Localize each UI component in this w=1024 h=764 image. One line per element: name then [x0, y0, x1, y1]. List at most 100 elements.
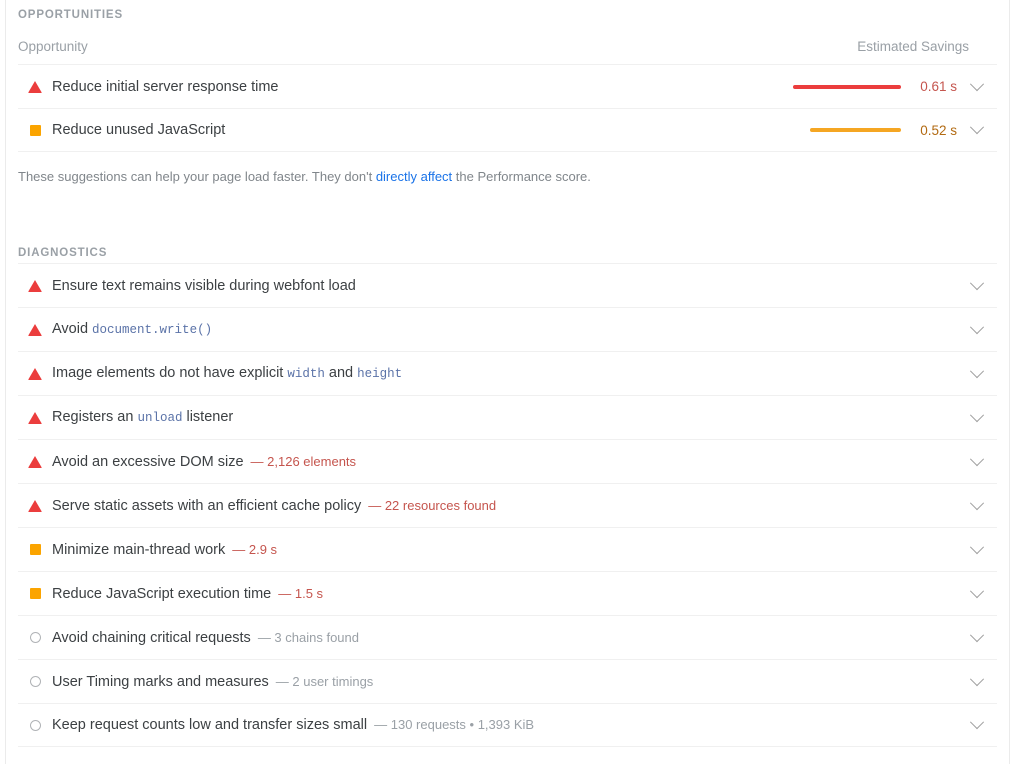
- diagnostic-title: Avoid document.write(): [52, 321, 213, 337]
- diagnostic-title: Serve static assets with an efficient ca…: [52, 497, 362, 514]
- expand-audit-button[interactable]: [957, 363, 997, 379]
- diagnostic-row[interactable]: Minimize main-thread work — 2.9 s: [18, 527, 997, 571]
- diagnostic-subtitle: — 22 resources found: [368, 497, 497, 513]
- expand-audit-button[interactable]: [957, 627, 997, 643]
- score-icon-cell: [18, 367, 52, 380]
- diagnostics-list: Ensure text remains visible during webfo…: [18, 263, 997, 747]
- diagnostic-row-main: Ensure text remains visible during webfo…: [18, 276, 957, 296]
- expand-audit-button[interactable]: [957, 275, 997, 291]
- expand-audit-button[interactable]: [957, 583, 997, 599]
- estimated-savings-cell: 0.61 s: [791, 79, 957, 94]
- score-icon-cell: [18, 676, 52, 687]
- diagnostic-row[interactable]: Keep request counts low and transfer siz…: [18, 703, 997, 747]
- diagnostic-row-main: Avoid document.write(): [18, 319, 957, 340]
- note-text-before: These suggestions can help your page loa…: [18, 169, 376, 184]
- chevron-down-icon: [969, 407, 985, 422]
- diagnostic-row[interactable]: Avoid document.write(): [18, 307, 997, 351]
- score-icon-cell: [18, 80, 52, 93]
- expand-audit-button[interactable]: [957, 319, 997, 335]
- score-icon-cell: [18, 544, 52, 555]
- pass-circle-icon: [29, 676, 41, 687]
- diagnostic-subtitle: — 3 chains found: [257, 629, 359, 645]
- diagnostic-subtitle: — 2 user timings: [275, 673, 374, 689]
- average-square-icon: [29, 124, 41, 136]
- diagnostic-row[interactable]: Image elements do not have explicit widt…: [18, 351, 997, 395]
- savings-value: 0.52 s: [920, 122, 957, 138]
- score-icon-cell: [18, 588, 52, 599]
- fail-triangle-icon: [28, 279, 42, 292]
- diagnostic-row-main: Image elements do not have explicit widt…: [18, 363, 957, 384]
- expand-audit-button[interactable]: [957, 451, 997, 467]
- diagnostics-section-header: DIAGNOSTICS: [18, 247, 108, 259]
- directly-affect-link[interactable]: directly affect: [376, 169, 452, 184]
- opportunities-section-header: OPPORTUNITIES: [18, 9, 123, 21]
- opportunity-title: Reduce unused JavaScript: [52, 122, 226, 138]
- inline-code: unload: [137, 411, 183, 425]
- lighthouse-report-panel: OPPORTUNITIES Opportunity Estimated Savi…: [5, 0, 1010, 764]
- expand-audit-button[interactable]: [957, 76, 997, 92]
- pass-circle-icon: [29, 632, 41, 643]
- chevron-down-icon: [969, 363, 985, 378]
- chevron-down-icon: [969, 495, 985, 510]
- savings-bar: [810, 128, 901, 132]
- opportunity-row[interactable]: Reduce unused JavaScript 0.52 s: [18, 108, 997, 152]
- column-header-opportunity: Opportunity: [18, 39, 88, 54]
- chevron-down-icon: [969, 715, 985, 730]
- chevron-down-icon: [969, 583, 985, 598]
- expand-audit-button[interactable]: [957, 715, 997, 730]
- opportunity-title: Reduce initial server response time: [52, 78, 279, 95]
- savings-sparkline: [791, 128, 901, 132]
- expand-audit-button[interactable]: [957, 495, 997, 511]
- diagnostic-title: Minimize main-thread work: [52, 541, 226, 558]
- diagnostic-row[interactable]: Ensure text remains visible during webfo…: [18, 263, 997, 307]
- diagnostic-row-main: Minimize main-thread work — 2.9 s: [18, 540, 957, 560]
- chevron-down-icon: [969, 319, 985, 334]
- diagnostic-subtitle: — 2,126 elements: [250, 453, 357, 469]
- score-icon-cell: [18, 411, 52, 424]
- diagnostic-row-main: Keep request counts low and transfer siz…: [18, 715, 957, 735]
- diagnostic-title: Avoid an excessive DOM size: [52, 453, 244, 470]
- diagnostic-row[interactable]: User Timing marks and measures — 2 user t…: [18, 659, 997, 703]
- diagnostic-subtitle: — 2.9 s: [232, 541, 278, 557]
- expand-audit-button[interactable]: [957, 120, 997, 135]
- diagnostic-row-main: Avoid chaining critical requests — 3 chai…: [18, 628, 957, 648]
- score-icon-cell: [18, 455, 52, 468]
- opportunities-list: Reduce initial server response time 0.61 …: [18, 64, 997, 152]
- estimated-savings-cell: 0.52 s: [791, 123, 957, 138]
- diagnostic-row[interactable]: Avoid an excessive DOM size — 2,126 eleme…: [18, 439, 997, 483]
- average-square-icon: [29, 544, 41, 555]
- expand-audit-button[interactable]: [957, 671, 997, 687]
- diagnostic-title: Avoid chaining critical requests: [52, 629, 251, 646]
- diagnostic-title: Ensure text remains visible during webfo…: [52, 277, 356, 294]
- average-square-icon: [29, 588, 41, 599]
- diagnostic-title: User Timing marks and measures: [52, 673, 269, 690]
- diagnostic-title: Reduce JavaScript execution time: [52, 585, 272, 602]
- diagnostic-row-main: Registers an unload listener: [18, 407, 957, 428]
- diagnostic-row[interactable]: Avoid chaining critical requests — 3 chai…: [18, 615, 997, 659]
- diagnostic-row-main: Avoid an excessive DOM size — 2,126 eleme…: [18, 452, 957, 472]
- expand-audit-button[interactable]: [957, 539, 997, 555]
- savings-value: 0.61 s: [920, 79, 957, 94]
- opportunity-row[interactable]: Reduce initial server response time 0.61 …: [18, 64, 997, 108]
- chevron-down-icon: [969, 539, 985, 554]
- chevron-down-icon: [969, 451, 985, 466]
- opportunity-row-main: Reduce unused JavaScript: [18, 120, 791, 140]
- score-icon-cell: [18, 719, 52, 731]
- diagnostic-title: Image elements do not have explicit widt…: [52, 365, 403, 381]
- fail-triangle-icon: [28, 411, 42, 424]
- diagnostic-row[interactable]: Registers an unload listener: [18, 395, 997, 439]
- inline-code: height: [357, 367, 403, 381]
- score-icon-cell: [18, 279, 52, 292]
- chevron-down-icon: [969, 627, 985, 642]
- expand-audit-button[interactable]: [957, 407, 997, 423]
- diagnostic-title: Registers an unload listener: [52, 409, 234, 425]
- opportunities-note: These suggestions can help your page loa…: [18, 152, 997, 186]
- score-icon-cell: [18, 632, 52, 643]
- diagnostic-row[interactable]: Reduce JavaScript execution time — 1.5 s: [18, 571, 997, 615]
- note-text-after: the Performance score.: [452, 169, 591, 184]
- savings-sparkline: [791, 84, 901, 89]
- diagnostic-row[interactable]: Serve static assets with an efficient ca…: [18, 483, 997, 527]
- chevron-down-icon: [969, 671, 985, 686]
- diagnostic-subtitle: — 1.5 s: [278, 585, 324, 601]
- diagnostic-subtitle: — 130 requests • 1,393 KiB: [374, 717, 535, 732]
